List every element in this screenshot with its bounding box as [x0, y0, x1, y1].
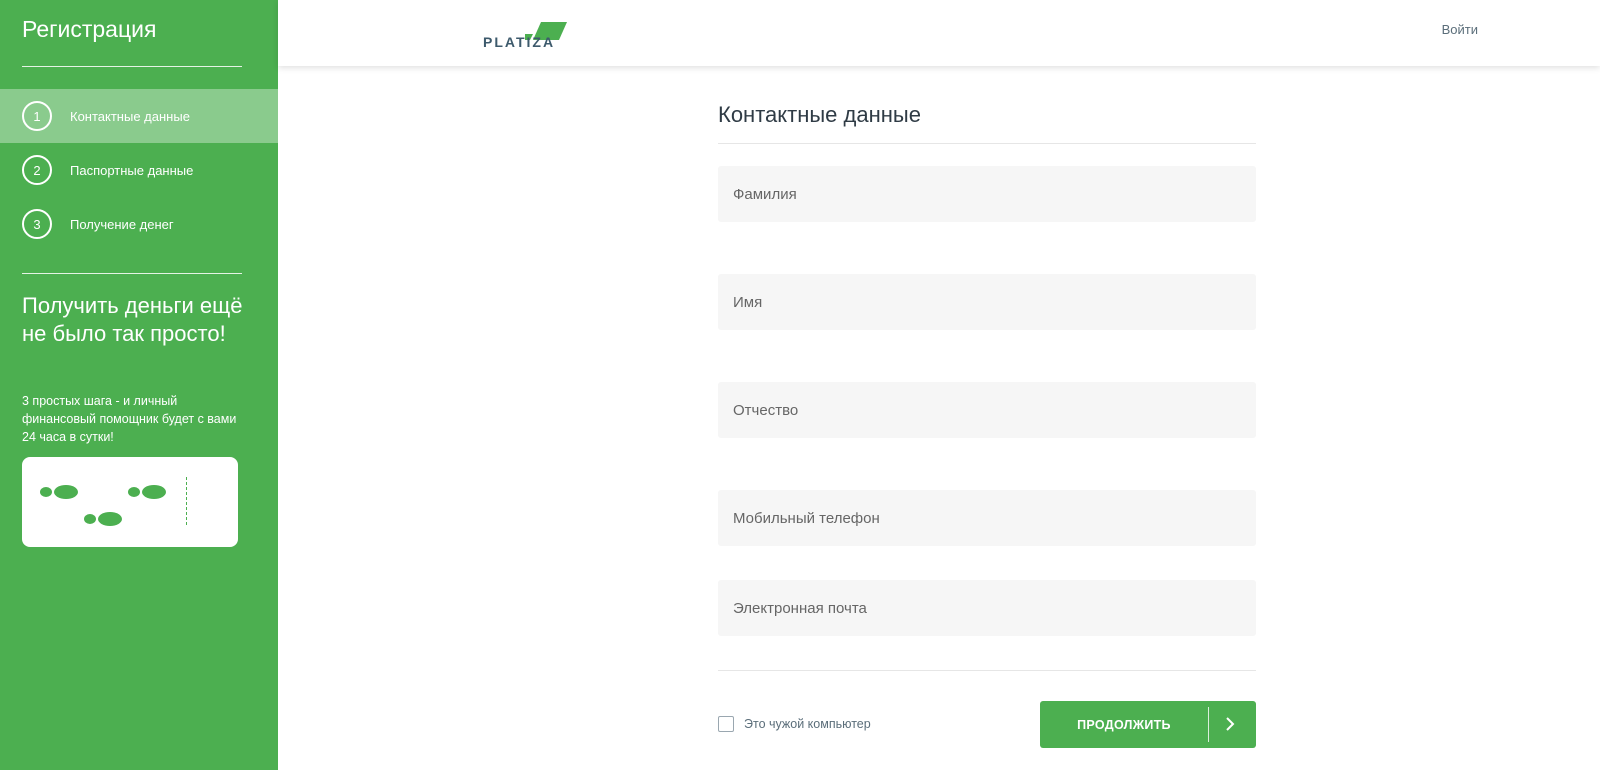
email-input[interactable] — [718, 580, 1256, 636]
step-label: Получение денег — [70, 216, 174, 232]
sidebar-divider-top — [22, 66, 242, 67]
chevron-right-icon — [1226, 717, 1235, 731]
footprint-icon — [84, 512, 122, 526]
step-number: 2 — [22, 155, 52, 185]
surname-input[interactable] — [718, 166, 1256, 222]
promo-text: 3 простых шага - и личный финансовый пом… — [22, 394, 237, 444]
step-number: 3 — [22, 209, 52, 239]
form-title: Контактные данные — [718, 102, 921, 127]
step-contact-data[interactable]: 1 Контактные данные — [0, 89, 278, 143]
sidebar-title: Регистрация — [22, 16, 157, 42]
sidebar-divider-bottom — [22, 273, 242, 274]
step-label: Паспортные данные — [70, 162, 194, 178]
foreign-computer-checkbox[interactable] — [718, 716, 734, 732]
step-number: 1 — [22, 101, 52, 131]
logo-text: PLATIZA — [483, 34, 556, 50]
finish-line — [186, 477, 187, 525]
form-title-divider — [718, 143, 1256, 144]
promo-footsteps-card — [22, 457, 238, 547]
continue-button[interactable]: ПРОДОЛЖИТЬ — [1040, 701, 1256, 748]
header: PLATIZA Войти — [278, 0, 1600, 66]
button-separator — [1208, 707, 1209, 742]
login-link[interactable]: Войти — [1442, 22, 1478, 37]
footprint-icon — [40, 485, 78, 499]
patronymic-input[interactable] — [718, 382, 1256, 438]
form-footer-divider — [718, 670, 1256, 671]
continue-button-label: ПРОДОЛЖИТЬ — [1077, 717, 1171, 732]
step-receive-money[interactable]: 3 Получение денег — [0, 197, 278, 251]
foreign-computer-label: Это чужой компьютер — [744, 717, 871, 731]
step-label: Контактные данные — [70, 108, 190, 124]
foreign-computer-checkbox-wrap[interactable]: Это чужой компьютер — [718, 716, 871, 732]
mobile-phone-input[interactable] — [718, 490, 1256, 546]
step-passport-data[interactable]: 2 Паспортные данные — [0, 143, 278, 197]
sidebar: Регистрация 1 Контактные данные 2 Паспор… — [0, 0, 278, 770]
promo-title: Получить деньги ещё не было так просто! — [22, 293, 243, 346]
name-input[interactable] — [718, 274, 1256, 330]
footprint-icon — [128, 485, 166, 499]
